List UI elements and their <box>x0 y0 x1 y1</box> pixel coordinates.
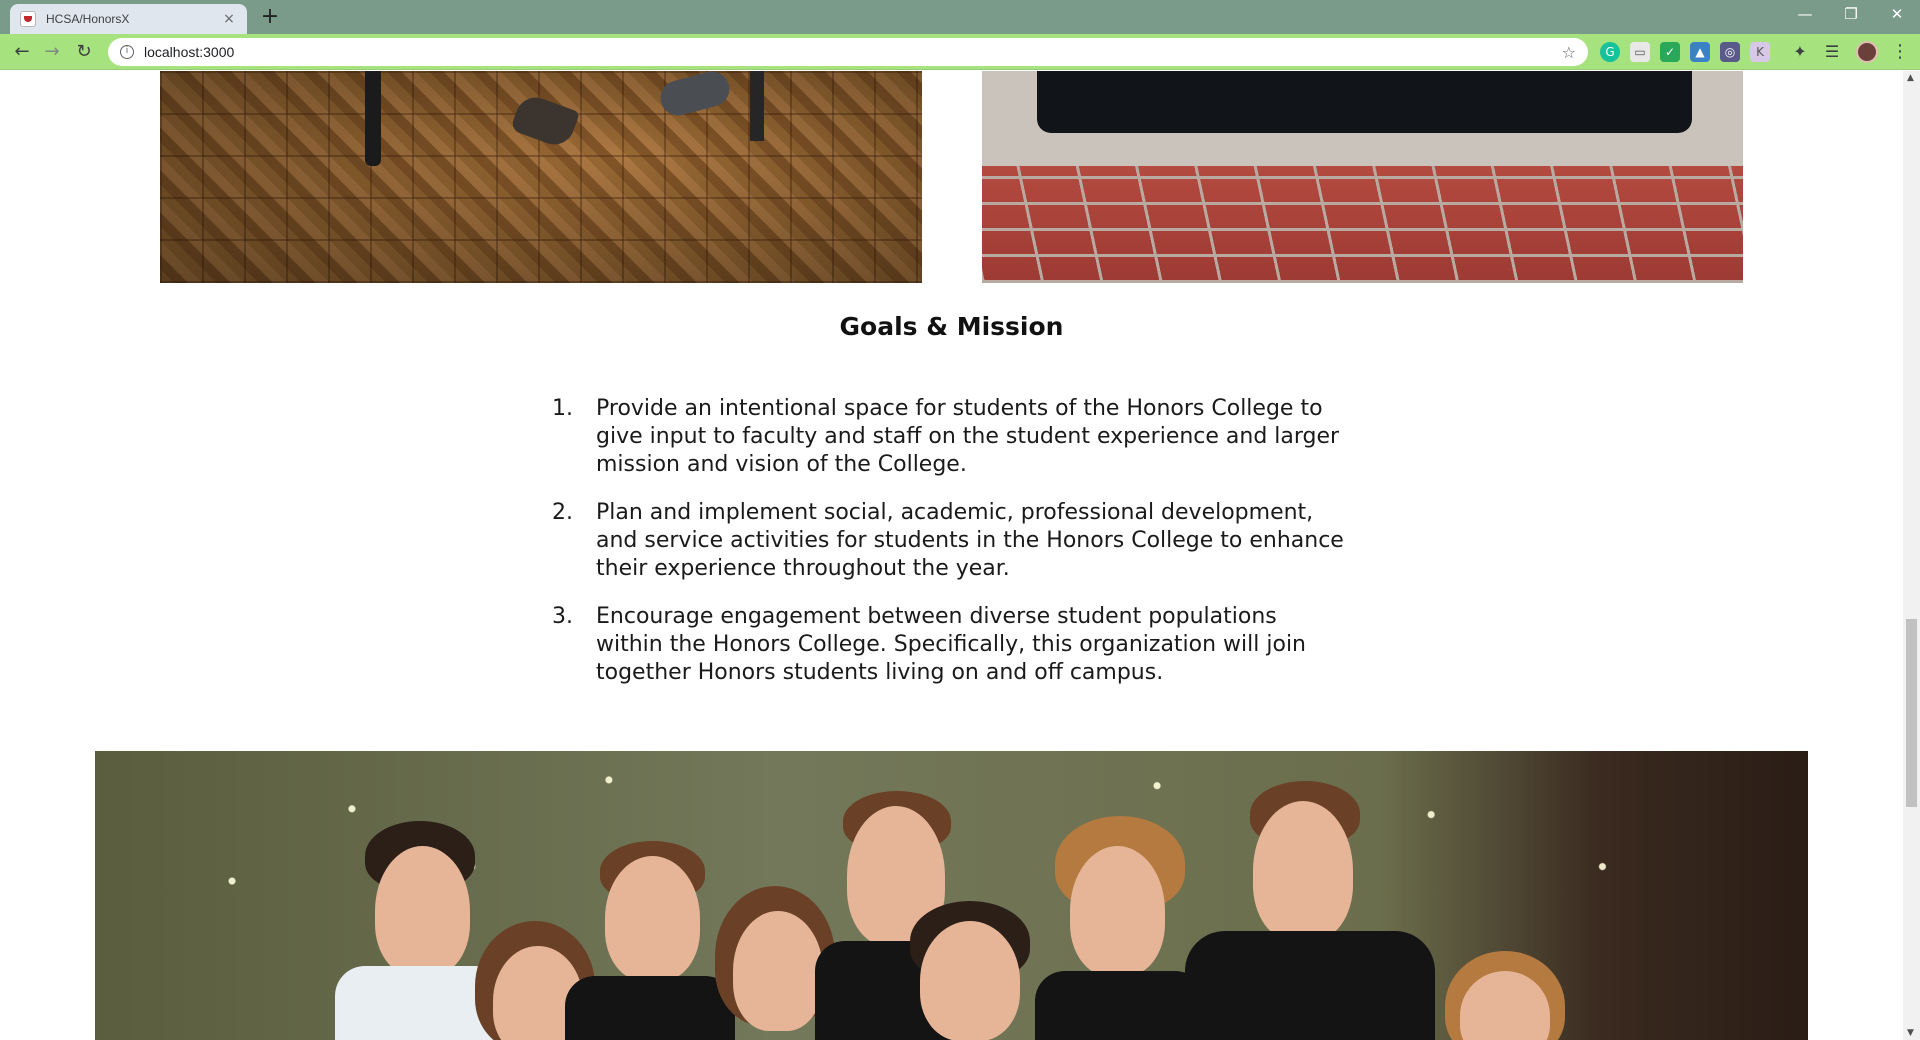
reading-list-icon[interactable]: ☰ <box>1822 42 1842 62</box>
goal-number: 2. <box>552 500 573 525</box>
page-viewport: Goals & Mission 1. Provide an intentiona… <box>0 71 1903 1040</box>
goal-text: Provide an intentional space for student… <box>596 396 1340 477</box>
goal-item: 3. Encourage engagement between diverse … <box>552 603 1352 687</box>
tab-close-icon[interactable]: × <box>221 11 237 27</box>
kebab-menu-icon[interactable]: ⋮ <box>1890 38 1910 66</box>
goals-list: 1. Provide an intentional space for stud… <box>552 395 1352 707</box>
goal-item: 1. Provide an intentional space for stud… <box>552 395 1352 479</box>
avatar[interactable] <box>1856 41 1878 63</box>
browser-tab[interactable]: HCSA/HonorsX × <box>10 4 247 34</box>
event-photo-right <box>982 71 1743 283</box>
url-text[interactable]: localhost:3000 <box>144 44 1562 60</box>
group-photo <box>95 751 1808 1040</box>
site-favicon-icon <box>20 11 36 27</box>
extension-icon[interactable]: ◎ <box>1720 42 1740 62</box>
scrollbar-thumb[interactable] <box>1906 619 1917 807</box>
forward-button[interactable]: → <box>38 38 66 66</box>
extension-icon[interactable]: ▭ <box>1630 42 1650 62</box>
goal-number: 1. <box>552 396 573 421</box>
minimize-button[interactable]: — <box>1782 0 1828 30</box>
shield-icon[interactable]: ✓ <box>1660 42 1680 62</box>
grammarly-icon[interactable]: G <box>1600 42 1620 62</box>
browser-toolbar: ← → ↻ i localhost:3000 ☆ G ▭ ✓ ▲ ◎ K ✦ ☰… <box>0 34 1920 70</box>
tab-strip: HCSA/HonorsX × + — ❐ ✕ <box>0 0 1920 34</box>
close-window-button[interactable]: ✕ <box>1874 0 1920 30</box>
back-button[interactable]: ← <box>8 38 36 66</box>
goal-item: 2. Plan and implement social, academic, … <box>552 499 1352 583</box>
extension-icon[interactable]: K <box>1750 42 1770 62</box>
drive-icon[interactable]: ▲ <box>1690 42 1710 62</box>
address-bar[interactable]: i localhost:3000 ☆ <box>108 38 1588 66</box>
goal-text: Plan and implement social, academic, pro… <box>596 500 1344 581</box>
info-icon[interactable]: i <box>120 45 134 59</box>
reload-button[interactable]: ↻ <box>70 38 98 66</box>
new-tab-button[interactable]: + <box>258 5 282 29</box>
maximize-button[interactable]: ❐ <box>1828 0 1874 30</box>
bookmark-star-icon[interactable]: ☆ <box>1562 43 1576 62</box>
goal-number: 3. <box>552 604 573 629</box>
vertical-scrollbar[interactable]: ▲ ▼ <box>1903 71 1920 1040</box>
tab-title: HCSA/HonorsX <box>46 12 130 26</box>
event-photo-left <box>160 71 922 283</box>
goal-text: Encourage engagement between diverse stu… <box>596 604 1307 685</box>
goals-heading: Goals & Mission <box>839 312 1064 341</box>
scroll-up-icon[interactable]: ▲ <box>1907 73 1914 83</box>
scroll-down-icon[interactable]: ▼ <box>1907 1028 1914 1038</box>
puzzle-icon[interactable]: ✦ <box>1790 42 1810 62</box>
